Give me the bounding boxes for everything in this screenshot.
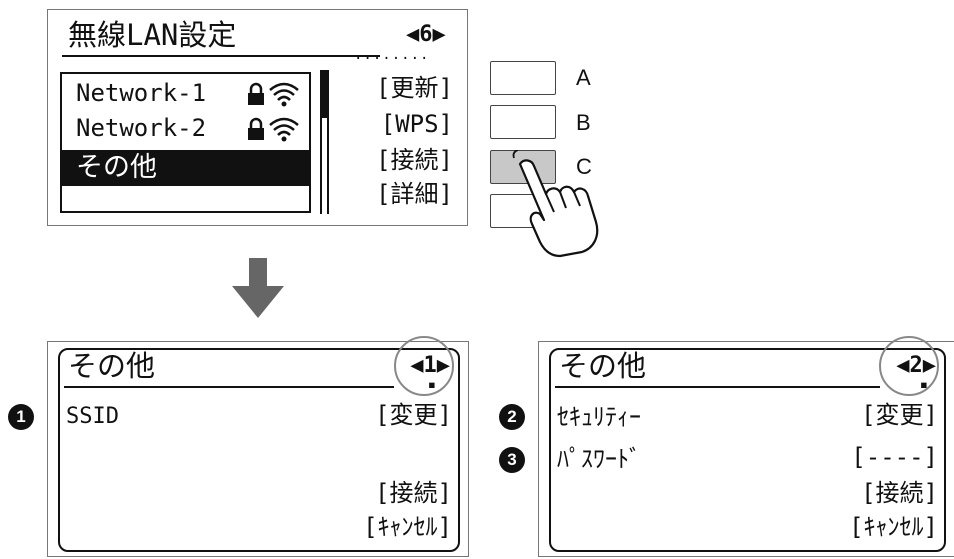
connect-button[interactable]: [接続]	[861, 478, 938, 508]
screen-title: 無線LAN設定	[68, 18, 237, 52]
button-a-label: A	[576, 65, 591, 90]
menu-connect[interactable]: [接続]	[376, 146, 453, 174]
network-list: Network-1 Network-2 その他	[60, 72, 311, 213]
network-item[interactable]: Network-1	[76, 76, 316, 110]
pointing-hand-icon	[512, 150, 599, 258]
down-arrow-icon	[232, 258, 284, 318]
title-underline	[62, 55, 380, 57]
title-underline	[64, 386, 394, 388]
other-label: その他	[76, 152, 157, 183]
other-screen-page-1: その他 ◀1▶ ▪ SSID [変更] [接続] [ｷｬﾝｾﾙ]	[47, 336, 469, 557]
connect-button[interactable]: [接続]	[375, 478, 452, 508]
security-label: ｾｷｭﾘﾃｨｰ	[557, 403, 641, 431]
security-change-button[interactable]: [変更]	[861, 400, 938, 430]
cancel-button[interactable]: [ｷｬﾝｾﾙ]	[849, 512, 938, 542]
button-a[interactable]	[490, 61, 556, 95]
button-b[interactable]	[490, 105, 556, 139]
lock-icon	[248, 117, 299, 142]
page-highlight-circle	[394, 336, 454, 396]
network-item-other-selected[interactable]: その他	[62, 150, 309, 186]
page-highlight-circle	[879, 336, 939, 396]
ssid-change-button[interactable]: [変更]	[375, 400, 452, 430]
password-label: ﾊﾟｽﾜｰﾄﾞ	[557, 445, 641, 473]
title-underline	[555, 386, 880, 388]
menu-details[interactable]: [詳細]	[376, 180, 453, 208]
screen-title: その他	[68, 349, 156, 383]
callout-marker-3: 3	[499, 447, 525, 473]
callout-marker-2: 2	[499, 404, 525, 430]
wifi-icon	[269, 82, 299, 101]
screen-title: その他	[559, 349, 647, 383]
lock-wifi-icons	[246, 115, 306, 152]
scrollbar-thumb[interactable]	[320, 70, 329, 118]
wifi-icon	[269, 117, 299, 136]
page-indicator: ◀6▶	[406, 22, 446, 47]
menu-wps[interactable]: [WPS]	[381, 110, 453, 138]
cancel-button[interactable]: [ｷｬﾝｾﾙ]	[363, 512, 452, 542]
wireless-lan-settings-screen: 無線LAN設定 ◀6▶ ........ Network-1 Network-2…	[47, 9, 468, 226]
network-name: Network-2	[76, 114, 207, 142]
menu-refresh[interactable]: [更新]	[376, 74, 453, 102]
ssid-label: SSID	[66, 404, 119, 429]
password-value[interactable]: [----]	[851, 442, 938, 472]
button-b-label: B	[576, 110, 591, 135]
network-item[interactable]: Network-2	[76, 111, 316, 145]
lock-icon	[248, 82, 299, 107]
lcd-inner-frame: その他 ◀1▶ ▪ SSID [変更] [接続] [ｷｬﾝｾﾙ]	[58, 336, 460, 552]
network-name: Network-1	[76, 79, 207, 107]
lcd-inner-frame: その他 ◀2▶ ▪ ｾｷｭﾘﾃｨｰ [変更] ﾊﾟｽﾜｰﾄﾞ [----] [接…	[549, 336, 946, 552]
callout-marker-1: 1	[8, 404, 34, 430]
other-screen-page-2: その他 ◀2▶ ▪ ｾｷｭﾘﾃｨｰ [変更] ﾊﾟｽﾜｰﾄﾞ [----] [接…	[538, 336, 954, 557]
page-dots: ........	[354, 47, 430, 63]
